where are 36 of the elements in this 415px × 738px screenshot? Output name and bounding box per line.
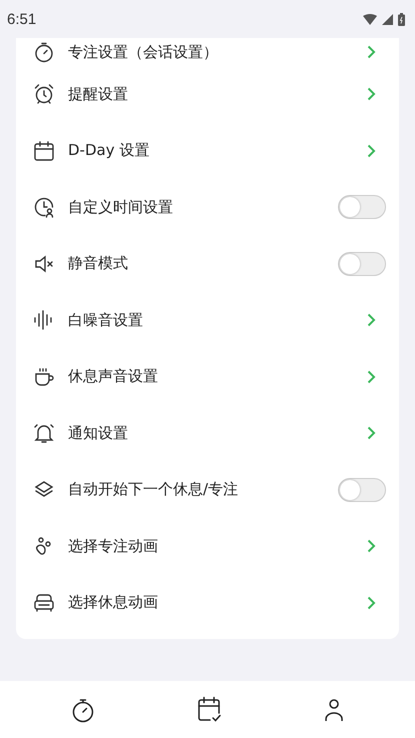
setting-label: 白噪音设置: [68, 310, 144, 330]
bell-icon: [33, 422, 55, 444]
setting-label: 选择休息动画: [68, 593, 159, 612]
alarm-clock-icon: [33, 83, 55, 106]
wifi-icon: [363, 14, 377, 24]
status-time: 6:51: [7, 10, 36, 28]
person-icon[interactable]: [324, 698, 344, 722]
setting-label: 休息声音设置: [68, 367, 159, 386]
calendar-check-icon[interactable]: [197, 696, 222, 723]
setting-label: 提醒设置: [68, 84, 129, 104]
calendar-icon: [33, 140, 55, 162]
toggle-switch[interactable]: [338, 195, 386, 220]
sofa-icon: [33, 592, 55, 614]
setting-label: 选择专注动画: [68, 536, 159, 556]
chevron-right-icon[interactable]: [367, 370, 376, 384]
toggle-switch[interactable]: [338, 478, 386, 502]
chevron-right-icon[interactable]: [367, 426, 376, 440]
setting-label: 静音模式: [68, 254, 129, 274]
signal-icon: [382, 14, 393, 24]
chevron-right-icon[interactable]: [367, 539, 376, 554]
chevron-right-icon[interactable]: [367, 87, 376, 102]
battery-icon: [398, 12, 405, 26]
setting-label: 自动开始下一个休息/专注: [68, 480, 240, 500]
toggle-switch[interactable]: [338, 252, 386, 276]
setting-label: 通知设置: [68, 424, 129, 443]
setting-label: 自定义时间设置: [68, 198, 174, 217]
chevron-right-icon[interactable]: [367, 45, 376, 59]
stopwatch-icon: [33, 41, 55, 63]
clock-person-icon: [33, 196, 55, 218]
chevron-right-icon[interactable]: [367, 596, 376, 610]
setting-label: 专注设置（会话设置）: [68, 42, 219, 62]
chevron-right-icon[interactable]: [367, 313, 376, 328]
chevron-right-icon[interactable]: [367, 144, 376, 158]
stopwatch-icon[interactable]: [71, 696, 95, 722]
cup-icon: [33, 366, 55, 388]
setting-label: D-Day 设置: [68, 141, 150, 160]
